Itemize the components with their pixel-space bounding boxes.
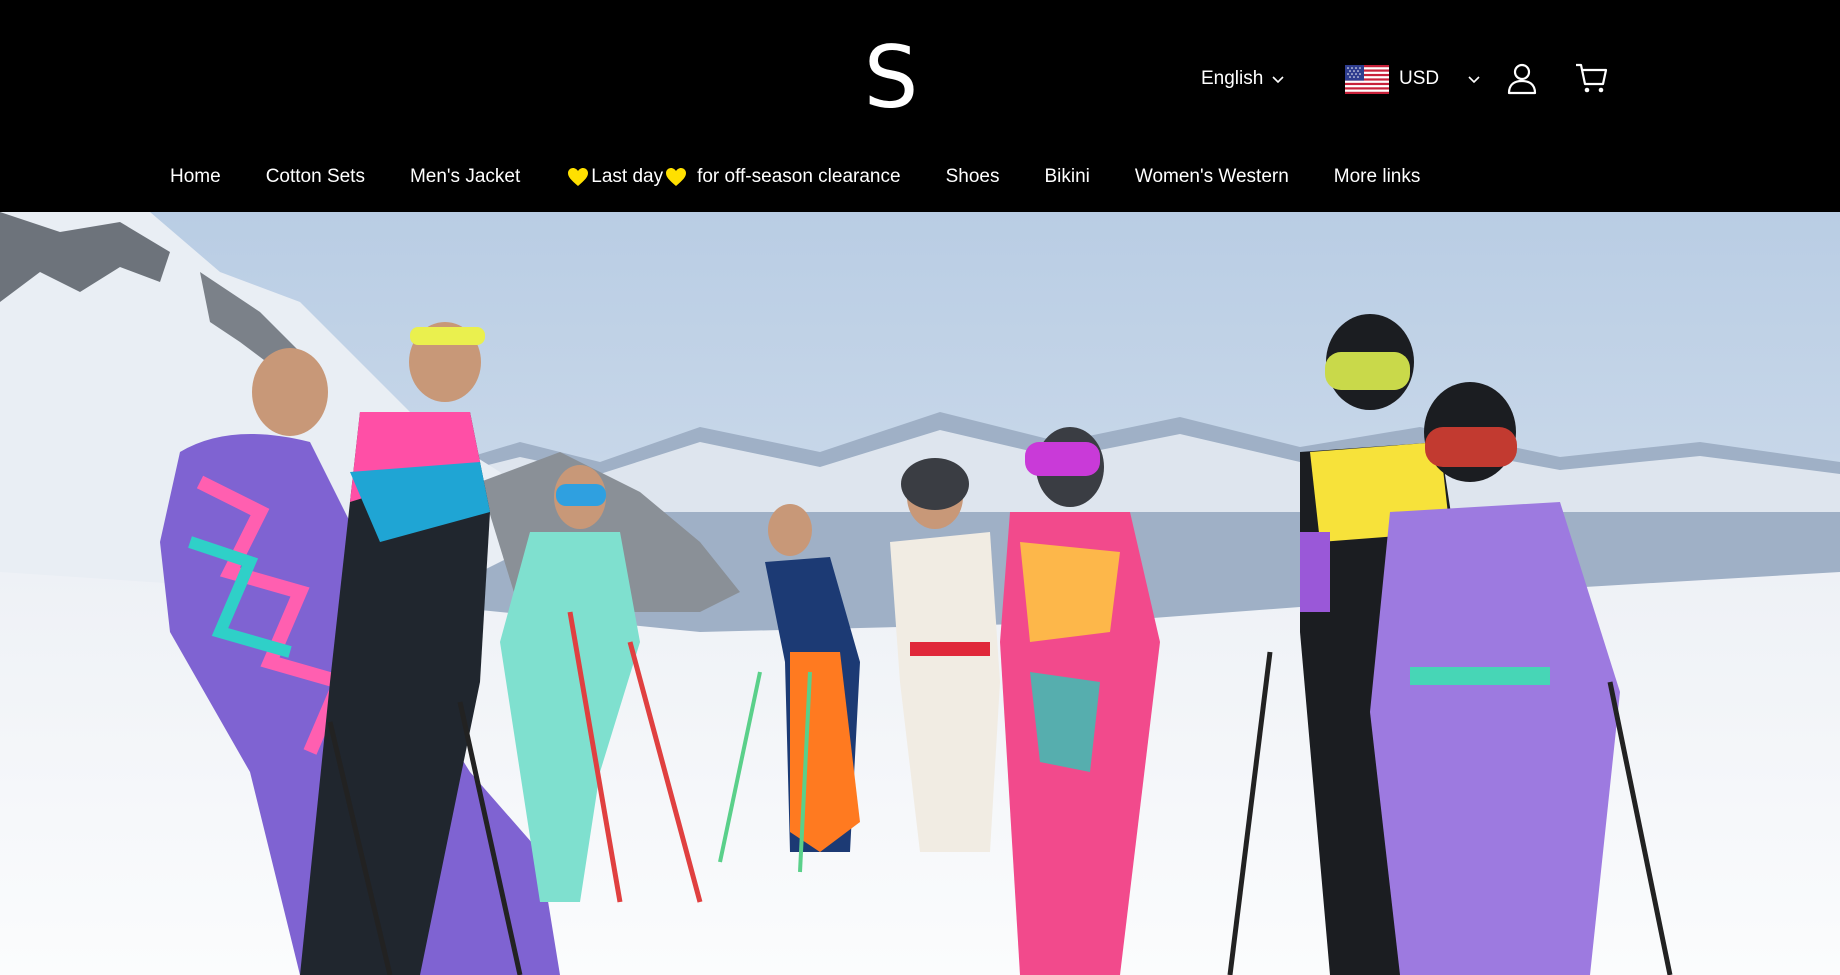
- chevron-down-icon: [1272, 76, 1284, 84]
- nav-bikini[interactable]: Bikini: [1044, 166, 1089, 188]
- nav-home[interactable]: Home: [170, 166, 221, 188]
- nav-clearance-text: for off-season clearance: [697, 166, 901, 187]
- currency-label: USD: [1399, 68, 1440, 89]
- user-icon: [1507, 63, 1537, 95]
- language-label: English: [1201, 68, 1264, 89]
- main-navigation: Home Cotton Sets Men's Jacket Last day f…: [170, 160, 1465, 194]
- nav-mens-jacket[interactable]: Men's Jacket: [410, 166, 520, 188]
- nav-last-day-text: Last day: [591, 166, 664, 187]
- site-header: S English USD Home Cotton Sets Men's Jac…: [0, 0, 1840, 212]
- language-selector[interactable]: English: [1201, 64, 1285, 94]
- yellow-heart-icon: [568, 168, 589, 186]
- yellow-heart-icon: [666, 168, 687, 186]
- cart-button[interactable]: [1572, 58, 1612, 98]
- nav-last-day-clearance[interactable]: Last day for off-season clearance: [565, 166, 901, 188]
- store-logo[interactable]: S: [863, 28, 919, 128]
- currency-selector[interactable]: USD: [1345, 62, 1481, 96]
- logo-letter: S: [863, 28, 919, 128]
- nav-more-links[interactable]: More links: [1334, 166, 1421, 188]
- hero-illustration: [0, 212, 1840, 975]
- nav-shoes[interactable]: Shoes: [946, 166, 1000, 188]
- nav-womens-western[interactable]: Women's Western: [1135, 166, 1289, 188]
- nav-cotton-sets[interactable]: Cotton Sets: [266, 166, 365, 188]
- hero-banner-image[interactable]: [0, 212, 1840, 975]
- cart-icon: [1576, 63, 1608, 93]
- us-flag-icon: [1345, 64, 1389, 94]
- chevron-down-icon: [1468, 76, 1480, 84]
- account-button[interactable]: [1502, 58, 1542, 98]
